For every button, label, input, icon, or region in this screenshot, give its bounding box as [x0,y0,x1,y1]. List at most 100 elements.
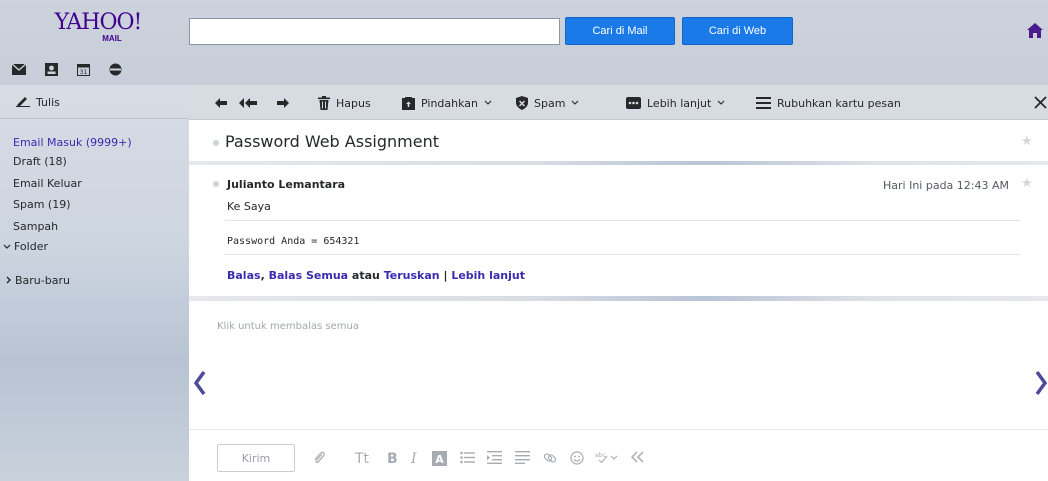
recent-label: Baru-baru [15,274,70,287]
spam-label: Spam [534,96,566,110]
delete-label: Hapus [336,96,371,110]
message-body: Password Anda = 654321 [227,236,360,247]
chevron-down-icon [484,100,492,106]
reply-all-link[interactable]: Balas Semua [269,269,348,282]
message-timestamp: Hari Ini pada 12:43 AM [883,179,1010,192]
compose-button[interactable]: Tulis [16,95,60,110]
or-text: atau [351,269,380,282]
italic-icon[interactable]: I [411,451,417,467]
top-bar: YAHOO! MAIL 31 Cari di Mail Cari di Web [0,0,1048,85]
sidebar-item-trash[interactable]: Sampah [13,220,58,234]
sender-name[interactable]: Julianto Lemantara [227,178,345,191]
compose-label: Tulis [36,96,60,109]
mail-icon[interactable] [12,62,26,76]
search-input[interactable] [189,18,560,45]
sidebar-item-inbox[interactable]: Email Masuk (9999+) [13,136,132,150]
more-actions-link[interactable]: Lebih lanjut [451,269,525,282]
chevron-left-icon [193,370,206,396]
previous-message-button[interactable] [193,370,206,399]
sidebar: Tulis Email Masuk (9999+) Draft (18) Ema… [0,85,189,481]
collapse-cards-button[interactable]: Rubuhkan kartu pesan [756,94,901,112]
reply-button[interactable] [214,94,228,112]
sidebar-item-drafts[interactable]: Draft (18) [13,155,67,169]
folders-toggle[interactable]: Folder [3,240,48,253]
font-size-icon[interactable]: Tt [355,451,369,467]
bold-icon[interactable]: B [387,451,398,467]
reply-divider [189,296,1048,301]
search-web-button[interactable]: Cari di Web [682,17,793,45]
body-divider [225,254,1020,255]
reply-link[interactable]: Balas [227,269,261,282]
move-label: Pindahkan [421,96,479,110]
message-status-dot[interactable] [213,181,219,187]
move-button[interactable]: Pindahkan [402,94,492,112]
folder-move-icon [402,96,415,110]
subject-row: Password Web Assignment ★ [189,120,1048,164]
trash-icon [318,96,330,110]
list-lines-icon [756,97,771,109]
bullet-list-icon[interactable] [460,451,475,468]
folders-label: Folder [14,240,48,253]
message-pane: Password Web Assignment ★ Julianto Leman… [189,120,1048,481]
search-mail-button[interactable]: Cari di Mail [565,17,675,45]
chevron-down-icon [571,100,579,106]
indent-icon[interactable] [487,451,502,468]
sidebar-item-spam[interactable]: Spam (19) [13,198,71,212]
comma-separator: , [260,269,265,282]
read-status-dot[interactable] [213,140,219,146]
sidebar-divider [0,118,189,119]
chevron-right-icon [6,274,12,287]
spellcheck-icon[interactable]: abc [595,451,619,467]
forward-icon [276,97,290,109]
reply-all-icon [239,97,258,109]
collapse-toolbar-icon[interactable] [630,451,645,467]
star-icon[interactable]: ★ [1021,176,1033,191]
text-color-icon[interactable]: A [432,451,447,470]
home-icon[interactable] [1026,22,1044,40]
close-icon [1034,96,1047,109]
attach-icon[interactable] [313,451,326,470]
reply-placeholder[interactable]: Klik untuk membalas semua [217,321,359,332]
close-message-button[interactable] [1034,93,1047,114]
forward-button[interactable] [276,94,290,112]
message-subject: Password Web Assignment [225,132,439,151]
svg-text:abc: abc [595,452,606,459]
contacts-icon[interactable] [44,62,58,76]
star-icon[interactable]: ★ [1021,134,1033,149]
message-toolbar: Hapus Pindahkan Spam Lebih lanjut Rubuhk… [189,85,1048,120]
shield-icon [516,96,528,110]
reply-all-button[interactable] [239,94,258,112]
spam-button[interactable]: Spam [516,94,579,112]
pipe-separator: | [443,269,448,282]
emoji-icon[interactable] [570,451,584,469]
recipient-line: Ke Saya [227,200,271,213]
header-divider [225,220,1020,221]
pencil-icon [16,95,30,110]
more-button[interactable]: Lebih lanjut [626,94,725,112]
link-icon[interactable] [543,451,557,469]
more-label: Lebih lanjut [647,96,712,110]
notepad-icon[interactable] [108,62,122,76]
reply-icon [214,97,228,109]
svg-text:A: A [435,453,444,466]
calendar-icon[interactable]: 31 [76,62,90,76]
delete-button[interactable]: Hapus [318,94,371,112]
logo-text: YAHOO! [54,10,143,35]
forward-link[interactable]: Teruskan [384,269,440,282]
logo-sub: MAIL [102,34,122,43]
collapse-label: Rubuhkan kartu pesan [777,96,901,110]
chevron-right-icon [1035,370,1048,396]
send-button[interactable]: Kirim [217,444,295,472]
subject-divider [189,161,1048,165]
more-dots-icon [626,97,641,109]
next-message-button[interactable] [1035,370,1048,399]
message-actions: Balas, Balas Semua atau Teruskan | Lebih… [227,269,525,282]
yahoo-mail-logo[interactable]: YAHOO! MAIL [52,12,144,44]
app-switcher: 31 [12,62,122,76]
svg-text:31: 31 [79,69,87,76]
chevron-down-icon [717,100,725,106]
align-left-icon[interactable] [515,451,530,468]
sidebar-item-sent[interactable]: Email Keluar [13,177,82,191]
recent-toggle[interactable]: Baru-baru [6,274,70,287]
reply-toolbar-divider [189,429,1048,430]
